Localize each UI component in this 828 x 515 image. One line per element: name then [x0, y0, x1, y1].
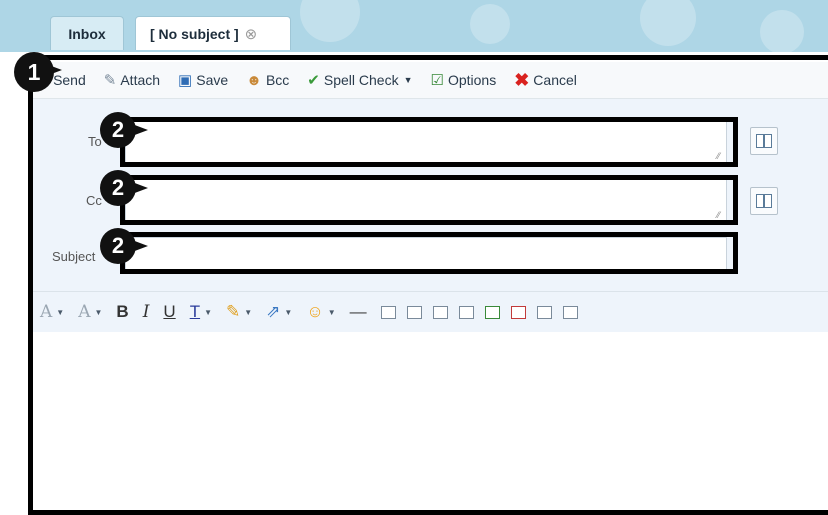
- underline-button[interactable]: U: [163, 302, 175, 322]
- chevron-down-icon[interactable]: ▼: [284, 308, 292, 317]
- bcc-button[interactable]: ☻ Bcc: [246, 72, 289, 88]
- close-tab-icon[interactable]: ⊗: [245, 25, 258, 43]
- italic-button[interactable]: I: [143, 302, 150, 322]
- font-size-icon: A: [78, 302, 91, 322]
- outdent-icon[interactable]: [510, 305, 526, 319]
- subject-field[interactable]: [125, 237, 727, 273]
- spell-check-button[interactable]: ✔ Spell Check ▼: [307, 72, 412, 88]
- subject-label: Subject: [52, 249, 96, 264]
- background-decoration: [470, 4, 510, 44]
- paperclip-icon: ✎: [103, 71, 117, 89]
- bulleted-list-icon[interactable]: [536, 305, 552, 319]
- attach-label: Attach: [120, 72, 161, 88]
- tab-inbox[interactable]: Inbox: [50, 16, 124, 50]
- horizontal-rule-button[interactable]: —: [350, 302, 367, 322]
- chevron-down-icon[interactable]: ▼: [404, 75, 413, 85]
- italic-icon: I: [142, 302, 150, 322]
- to-label: To: [88, 134, 102, 149]
- text-color-icon: T: [189, 302, 201, 321]
- attach-button[interactable]: ✎ Attach: [104, 72, 160, 88]
- cancel-button[interactable]: ✖ Cancel: [514, 71, 577, 89]
- font-family-button[interactable]: A ▼: [40, 302, 64, 322]
- bold-icon: B: [116, 302, 129, 321]
- background-decoration: [760, 10, 804, 52]
- underline-icon: U: [163, 302, 176, 321]
- tab-compose-label: [ No subject ]: [150, 25, 239, 42]
- resize-handle-icon[interactable]: ⁄⁄: [717, 151, 720, 161]
- save-label: Save: [196, 72, 229, 88]
- options-checkbox-icon: ☑: [430, 71, 444, 89]
- chevron-down-icon[interactable]: ▼: [56, 308, 64, 317]
- people-icon: ☻: [246, 71, 262, 89]
- tab-compose[interactable]: [ No subject ] ⊗: [135, 16, 291, 50]
- send-label: Send: [53, 72, 86, 88]
- chevron-down-icon[interactable]: ▼: [244, 308, 252, 317]
- cc-field[interactable]: ⁄⁄: [125, 179, 727, 223]
- indent-icon[interactable]: [484, 305, 500, 319]
- font-icon: A: [40, 302, 53, 322]
- font-size-button[interactable]: A ▼: [78, 302, 102, 322]
- address-book-icon: [756, 194, 772, 208]
- align-left-icon[interactable]: [380, 305, 396, 319]
- bcc-label: Bcc: [265, 72, 290, 88]
- smiley-icon: ☺: [306, 302, 324, 321]
- options-label: Options: [447, 72, 497, 88]
- background-decoration: [640, 0, 696, 46]
- text-color-button[interactable]: T ▼: [190, 302, 212, 322]
- bold-button[interactable]: B: [116, 302, 128, 322]
- cancel-label: Cancel: [533, 72, 577, 88]
- close-icon: ✖: [514, 70, 530, 90]
- background-decoration: [300, 0, 360, 42]
- tab-inbox-label: Inbox: [68, 25, 106, 42]
- compose-toolbar: ■ Send ✎ Attach ▣ Save ☻ Bcc ✔ Spell Che…: [30, 62, 828, 99]
- formatting-toolbar: A ▼ A ▼ B I U T ▼ ✎ ▼ ⇗ ▼ ☺ ▼ —: [30, 291, 828, 332]
- horizontal-rule-icon: —: [349, 302, 367, 321]
- link-icon: ⇗: [266, 302, 281, 321]
- align-right-icon[interactable]: [432, 305, 448, 319]
- insert-link-button[interactable]: ⇗ ▼: [266, 302, 292, 322]
- header-fields: To ⁄⁄ Cc ⁄⁄ Subject: [30, 99, 828, 291]
- chevron-down-icon[interactable]: ▼: [204, 308, 212, 317]
- message-body-editor[interactable]: [30, 332, 828, 500]
- spell-check-icon: ✔: [307, 71, 320, 89]
- highlighter-icon: ✎: [226, 302, 241, 321]
- spell-check-label: Spell Check: [323, 72, 399, 88]
- numbered-list-icon[interactable]: [562, 305, 578, 319]
- cc-address-book-button[interactable]: [750, 187, 778, 215]
- emoticon-button[interactable]: ☺ ▼: [306, 302, 335, 322]
- cc-label: Cc: [86, 193, 102, 208]
- tab-bar: Inbox [ No subject ] ⊗: [0, 0, 828, 52]
- chevron-down-icon[interactable]: ▼: [328, 308, 336, 317]
- to-address-book-button[interactable]: [750, 127, 778, 155]
- align-center-icon[interactable]: [406, 305, 422, 319]
- highlight-color-button[interactable]: ✎ ▼: [226, 302, 252, 322]
- justify-icon[interactable]: [458, 305, 474, 319]
- send-icon: ■: [40, 71, 50, 89]
- options-button[interactable]: ☑ Options: [431, 72, 497, 88]
- resize-handle-icon[interactable]: ⁄⁄: [717, 210, 720, 220]
- floppy-disk-icon: ▣: [178, 71, 193, 89]
- address-book-icon: [756, 134, 772, 148]
- save-button[interactable]: ▣ Save: [178, 72, 228, 88]
- send-button[interactable]: ■ Send: [40, 72, 86, 88]
- to-field[interactable]: ⁄⁄: [125, 120, 727, 164]
- chevron-down-icon[interactable]: ▼: [94, 308, 102, 317]
